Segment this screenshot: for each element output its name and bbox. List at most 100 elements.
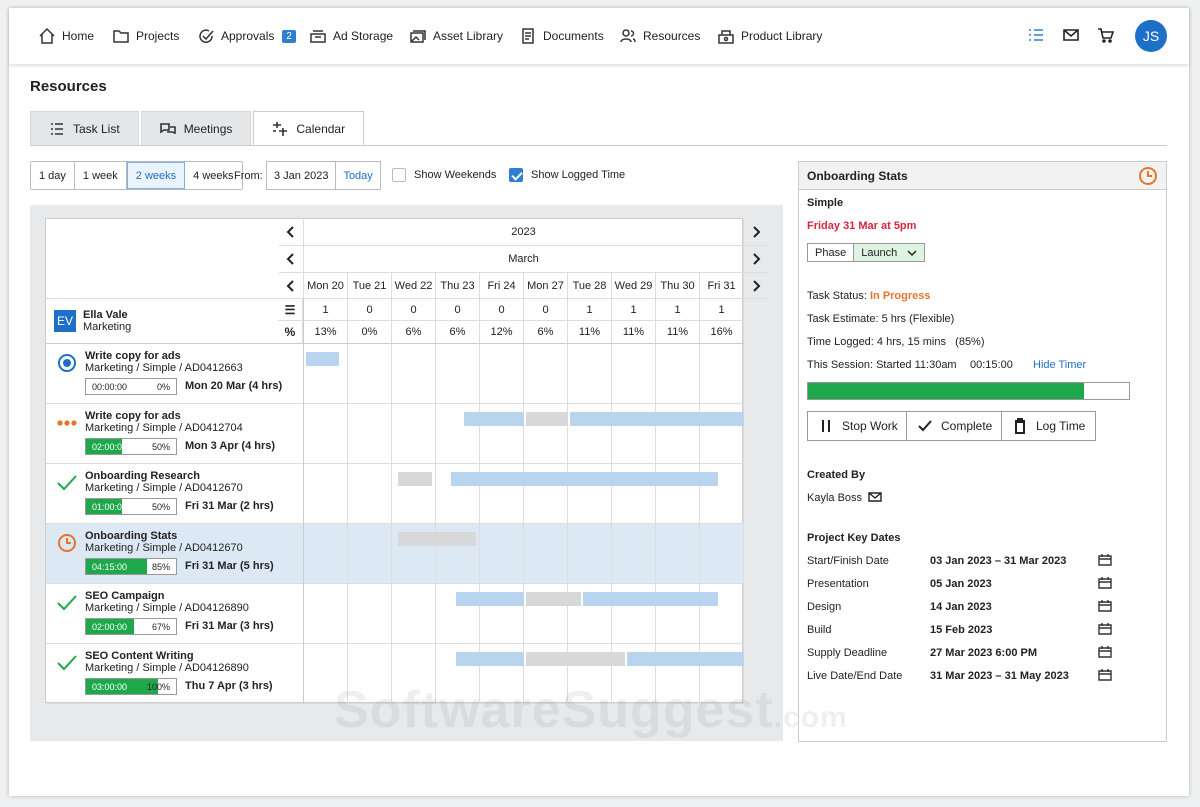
range-1-day[interactable]: 1 day [31,162,75,189]
day-cell[interactable] [348,584,392,644]
from-date-input[interactable]: 3 Jan 2023 [267,162,335,189]
prev-year-button[interactable] [279,219,304,246]
nav-documents[interactable]: Documents [519,26,604,46]
key-dates-heading: Project Key Dates [807,532,901,544]
show-logged-checkbox[interactable] [509,168,523,182]
schedule-bar[interactable] [583,592,718,606]
task-row[interactable]: Onboarding Stats Marketing / Simple / AD… [46,524,744,584]
calendar-edit-icon[interactable] [1098,668,1112,682]
phase-dropdown[interactable]: Launch [853,244,925,261]
key-date-label: Supply Deadline [807,647,888,659]
day-cell[interactable] [304,404,348,464]
task-name[interactable]: SEO Campaign [85,590,164,602]
calendar-edit-icon[interactable] [1098,599,1112,613]
nav-resources[interactable]: Resources [619,26,700,46]
nav-ad-storage[interactable]: Ad Storage [309,26,393,46]
tab-task-list[interactable]: Task List [30,111,139,145]
day-cell[interactable] [348,344,392,404]
nav-projects[interactable]: Projects [112,26,179,46]
mail-icon[interactable] [868,490,882,504]
show-weekends-toggle[interactable]: Show Weekends [392,168,496,182]
task-name[interactable]: SEO Content Writing [85,650,194,662]
next-week-button[interactable] [743,273,768,299]
range-1-week[interactable]: 1 week [74,162,127,189]
day-cell[interactable] [480,524,524,584]
day-cell[interactable] [392,584,436,644]
day-cell[interactable] [304,584,348,644]
day-cell[interactable] [656,344,700,404]
schedule-bar[interactable] [398,532,476,546]
product-icon [718,30,734,44]
day-cell[interactable] [524,344,568,404]
schedule-bar[interactable] [455,592,524,606]
nav-asset-library[interactable]: Asset Library [409,26,503,46]
day-cell[interactable] [348,404,392,464]
task-row[interactable]: Write copy for ads Marketing / Simple / … [46,344,744,404]
task-name[interactable]: Write copy for ads [85,410,181,422]
next-month-button[interactable] [743,246,768,273]
day-cell[interactable] [480,344,524,404]
schedule-bar[interactable] [627,652,744,666]
calendar-edit-icon[interactable] [1098,553,1112,567]
day-cell[interactable] [348,464,392,524]
prev-month-button[interactable] [279,246,304,273]
day-cell[interactable] [436,344,480,404]
calendar-edit-icon[interactable] [1098,622,1112,636]
today-button[interactable]: Today [335,162,379,189]
day-cell[interactable] [612,344,656,404]
task-row[interactable]: Onboarding Research Marketing / Simple /… [46,464,744,524]
schedule-bar[interactable] [451,472,718,486]
day-cell[interactable] [568,344,612,404]
schedule-bar[interactable] [526,592,582,606]
day-cell[interactable] [348,524,392,584]
task-name[interactable]: Write copy for ads [85,350,181,362]
schedule-bar[interactable] [455,652,524,666]
calendar-edit-icon[interactable] [1098,576,1112,590]
nav-approvals[interactable]: Approvals 2 [197,26,296,46]
day-cell[interactable] [612,524,656,584]
day-cell[interactable] [700,344,744,404]
calendar-edit-icon[interactable] [1098,645,1112,659]
range-2-weeks[interactable]: 2 weeks [126,162,186,189]
mail-button[interactable] [1062,26,1080,49]
show-logged-toggle[interactable]: Show Logged Time [509,168,625,182]
log-time-button[interactable]: Log Time [1001,411,1097,441]
prev-week-button[interactable] [279,273,304,299]
nav-product-library[interactable]: Product Library [717,26,822,46]
show-weekends-checkbox[interactable] [392,168,406,182]
schedule-bar[interactable] [398,472,432,486]
cart-button[interactable] [1097,26,1115,49]
day-cell[interactable] [524,524,568,584]
next-year-button[interactable] [743,219,768,246]
schedule-bar[interactable] [570,412,744,426]
day-cell[interactable] [304,464,348,524]
list-view-button[interactable] [1027,26,1045,49]
day-cell[interactable] [304,524,348,584]
created-by-name: Kayla Boss [807,492,863,504]
task-row[interactable]: SEO Campaign Marketing / Simple / AD0412… [46,584,744,644]
task-info: SEO Campaign Marketing / Simple / AD0412… [46,584,304,644]
day-cell[interactable] [700,524,744,584]
tab-meetings[interactable]: Meetings [140,111,252,145]
schedule-bar[interactable] [464,412,524,426]
day-cell[interactable] [656,524,700,584]
page-title: Resources [30,78,107,95]
tab-calendar-label: Calendar [296,121,346,136]
key-date-row: Presentation 05 Jan 2023 [807,576,1127,590]
nav-home[interactable]: Home [38,26,94,46]
schedule-bar[interactable] [526,652,626,666]
complete-button[interactable]: Complete [906,411,1004,441]
task-name[interactable]: Onboarding Research [85,470,200,482]
day-cell[interactable] [392,404,436,464]
schedule-bar[interactable] [306,352,340,366]
task-name[interactable]: Onboarding Stats [85,530,177,542]
day-cell[interactable] [392,344,436,404]
schedule-bar[interactable] [526,412,568,426]
tab-calendar[interactable]: Calendar [253,111,365,145]
task-row[interactable]: Write copy for ads Marketing / Simple / … [46,404,744,464]
stop-work-button[interactable]: Stop Work [807,411,909,441]
hide-timer-link[interactable]: Hide Timer [1033,359,1086,371]
task-timer: 01:00:00 50% [85,498,177,515]
user-avatar[interactable]: JS [1135,20,1167,52]
day-cell[interactable] [568,524,612,584]
